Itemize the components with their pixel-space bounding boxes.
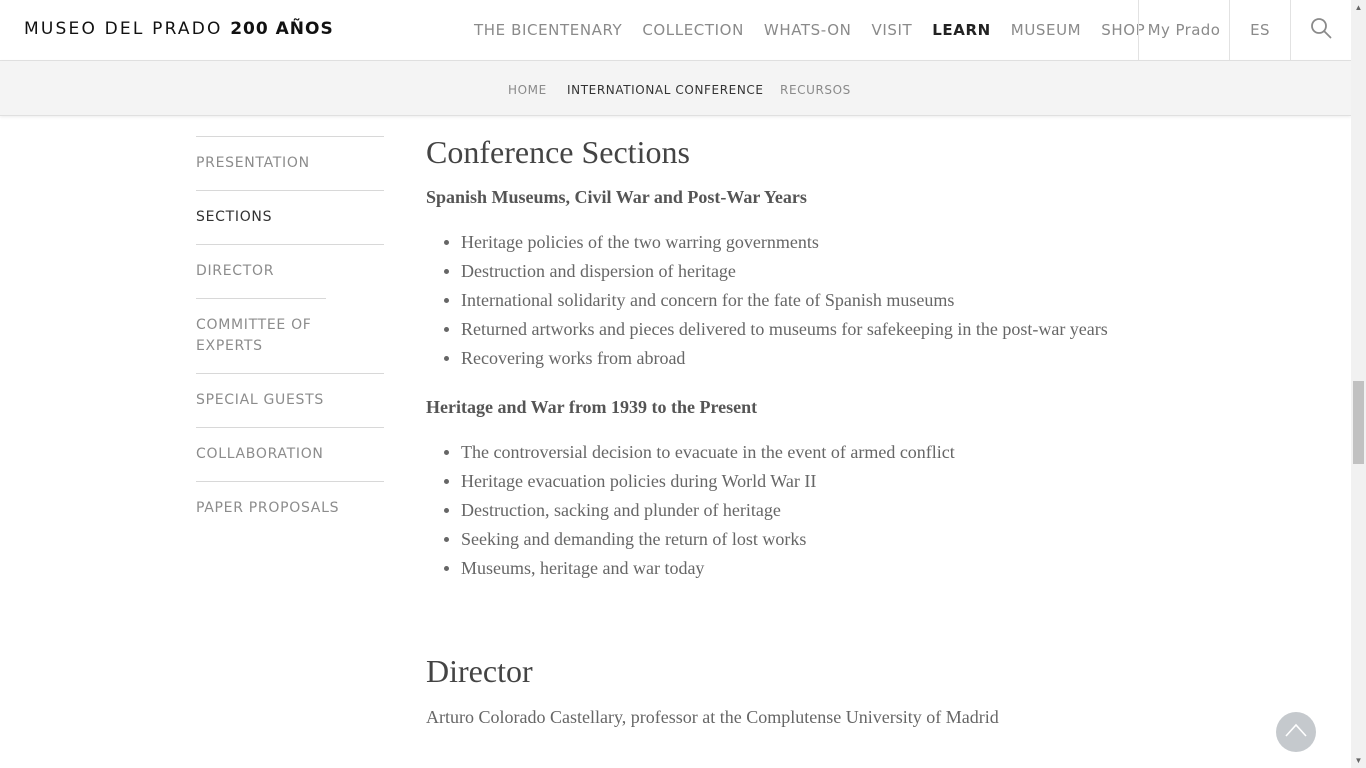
sidebar-item-presentation[interactable]: PRESENTATION <box>196 136 384 190</box>
sidebar-item-paper-proposals[interactable]: PAPER PROPOSALS <box>196 481 384 535</box>
nav-item-visit[interactable]: VISIT <box>871 21 912 39</box>
list-item: The controversial decision to evacuate i… <box>426 438 1126 467</box>
list-item: Destruction, sacking and plunder of heri… <box>426 496 1126 525</box>
sidebar-item-special-guests[interactable]: SPECIAL GUESTS <box>196 373 384 427</box>
sidebar-item-collaboration[interactable]: COLLABORATION <box>196 427 384 481</box>
list-item: Seeking and demanding the return of lost… <box>426 525 1126 554</box>
list-item: Heritage evacuation policies during Worl… <box>426 467 1126 496</box>
nav-item-bicentenary[interactable]: THE BICENTENARY <box>474 21 622 39</box>
section-list: The controversial decision to evacuate i… <box>426 438 1126 583</box>
search-icon <box>1310 17 1332 43</box>
director-text: Arturo Colorado Castellary, professor at… <box>426 707 999 727</box>
my-prado-label: My Prado <box>1147 21 1221 39</box>
site-logo[interactable]: MUSEO DEL PRADO 200 AÑOS <box>24 19 334 39</box>
list-item: Destruction and dispersion of heritage <box>426 257 1126 286</box>
section-heading: Spanish Museums, Civil War and Post-War … <box>426 187 807 207</box>
back-to-top-button[interactable] <box>1276 712 1316 752</box>
subnav-item-home[interactable]: HOME <box>508 83 547 97</box>
subnav-item-international-conference[interactable]: INTERNATIONAL CONFERENCE <box>567 83 764 97</box>
section-heading: Heritage and War from 1939 to the Presen… <box>426 397 758 417</box>
list-item: Museums, heritage and war today <box>426 554 1126 583</box>
subnav-item-recursos[interactable]: RECURSOS <box>780 83 851 97</box>
search-button[interactable] <box>1290 0 1351 60</box>
sidebar-item-director[interactable]: DIRECTOR <box>196 244 384 298</box>
nav-item-learn[interactable]: LEARN <box>932 21 991 39</box>
scroll-down-arrow[interactable]: ▼ <box>1351 753 1366 768</box>
main-content: Conference Sections Spanish Museums, Civ… <box>426 130 1126 729</box>
list-item: Heritage policies of the two warring gov… <box>426 228 1126 257</box>
section-menu: PRESENTATION SECTIONS DIRECTOR COMMITTEE… <box>196 136 384 535</box>
sub-nav: HOME INTERNATIONAL CONFERENCE RECURSOS <box>0 61 1351 116</box>
page-title: Conference Sections <box>426 134 690 170</box>
section-list: Heritage policies of the two warring gov… <box>426 228 1126 373</box>
nav-item-whats-on[interactable]: WHATS-ON <box>764 21 852 39</box>
brand-bold: 200 AÑOS <box>230 19 334 39</box>
language-label: ES <box>1250 21 1270 39</box>
brand-main: MUSEO DEL PRADO <box>24 19 223 39</box>
language-switch[interactable]: ES <box>1229 0 1290 60</box>
list-item: International solidarity and concern for… <box>426 286 1126 315</box>
sidebar-item-sections[interactable]: SECTIONS <box>196 190 384 244</box>
list-item: Returned artworks and pieces delivered t… <box>426 315 1126 344</box>
sidebar-item-committee-of-experts[interactable]: COMMITTEE OF EXPERTS <box>196 298 326 373</box>
scrollbar-thumb[interactable] <box>1353 381 1364 464</box>
site-header: MUSEO DEL PRADO 200 AÑOS THE BICENTENARY… <box>0 0 1351 61</box>
director-title: Director <box>426 653 533 689</box>
list-item: Recovering works from abroad <box>426 344 1126 373</box>
chevron-up-icon <box>1284 722 1308 743</box>
nav-item-museum[interactable]: MUSEUM <box>1011 21 1081 39</box>
main-nav: THE BICENTENARY COLLECTION WHATS-ON VISI… <box>464 0 1155 60</box>
nav-item-collection[interactable]: COLLECTION <box>642 21 744 39</box>
scroll-up-arrow[interactable]: ▲ <box>1351 0 1366 15</box>
my-prado-link[interactable]: My Prado <box>1138 0 1229 60</box>
